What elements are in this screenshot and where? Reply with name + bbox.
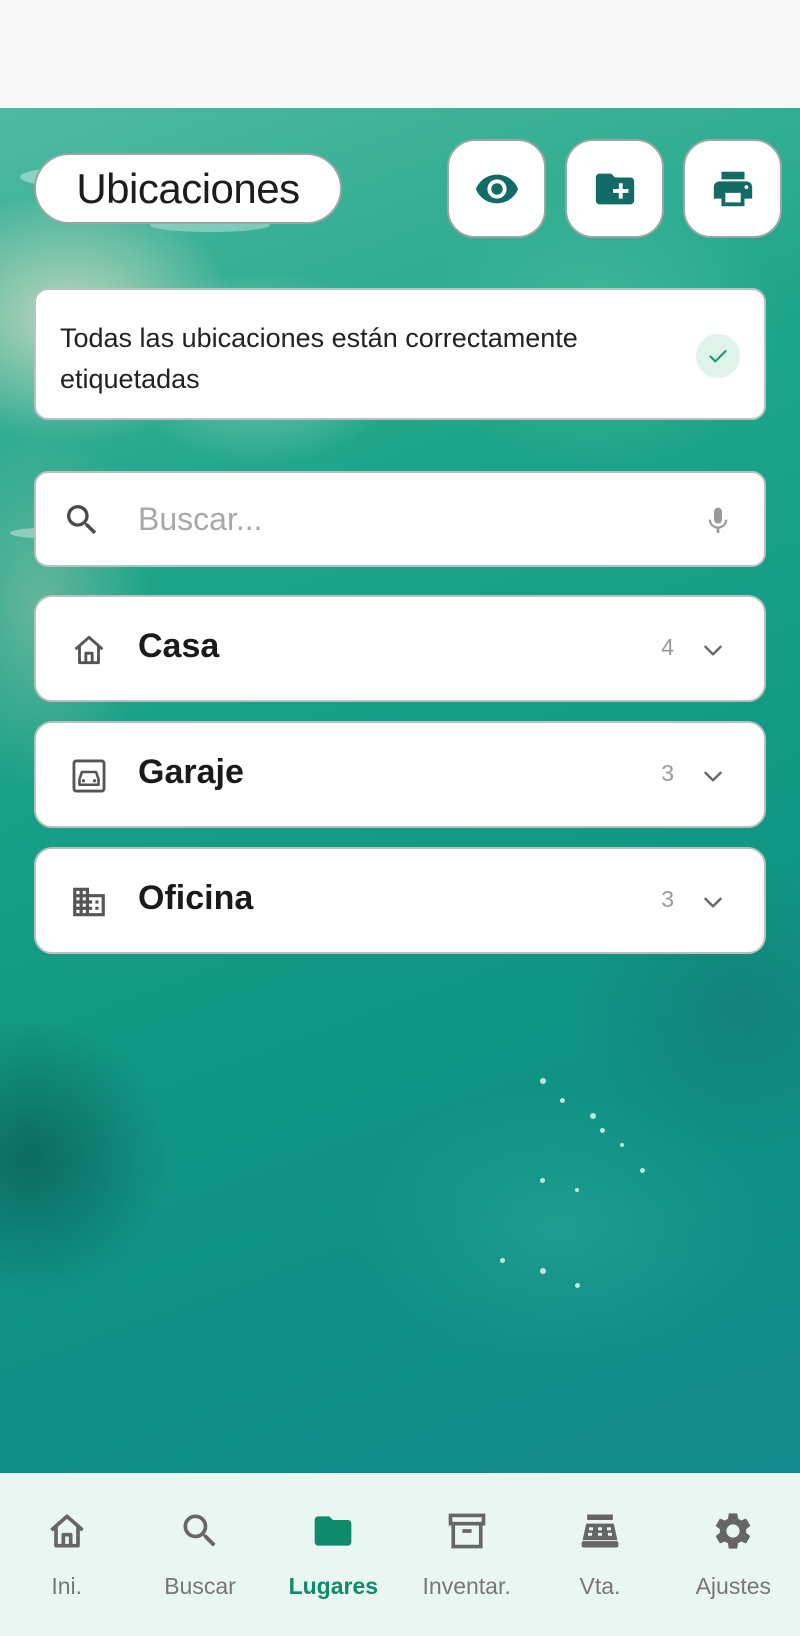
location-row-oficina[interactable]: Oficina 3: [34, 847, 766, 954]
archive-icon: [448, 1513, 485, 1549]
home-icon: [49, 1514, 84, 1548]
nav-item-places[interactable]: Lugares: [267, 1473, 400, 1636]
cash-register-icon: [581, 1514, 619, 1548]
location-count: 3: [661, 886, 674, 912]
house-icon: [74, 635, 104, 665]
labeling-status-banner: Todas las ubicaciones están correctament…: [34, 288, 766, 420]
status-bar-area: [0, 0, 800, 108]
office-building-icon: [73, 887, 105, 917]
garage-icon: [72, 759, 106, 793]
toggle-visibility-button[interactable]: [447, 139, 546, 238]
bottom-navigation: Ini. Buscar Lugares Inventar. Vta. Ajust…: [0, 1473, 800, 1636]
location-name: Casa: [138, 627, 220, 665]
nav-item-home[interactable]: Ini.: [0, 1473, 133, 1636]
nav-item-inventory[interactable]: Inventar.: [400, 1473, 533, 1636]
location-row-casa[interactable]: Casa 4: [34, 595, 766, 702]
search-bar: [34, 471, 766, 567]
nav-item-sales[interactable]: Vta.: [533, 1473, 666, 1636]
eye-icon: [475, 174, 518, 203]
print-button[interactable]: [683, 139, 782, 238]
location-row-garaje[interactable]: Garaje 3: [34, 721, 766, 828]
status-check: [696, 334, 740, 378]
search-icon: [183, 1514, 216, 1547]
nav-label: Inventar.: [422, 1573, 511, 1599]
chevron-down-icon[interactable]: [700, 763, 726, 789]
location-name: Garaje: [138, 753, 244, 791]
nav-label: Vta.: [579, 1573, 621, 1599]
location-count: 4: [661, 634, 674, 660]
nav-item-search[interactable]: Buscar: [133, 1473, 266, 1636]
nav-label: Buscar: [164, 1573, 236, 1599]
location-count: 3: [661, 760, 674, 786]
chevron-down-icon[interactable]: [700, 637, 726, 663]
printer-icon: [713, 171, 752, 206]
nav-label: Ini.: [51, 1573, 82, 1599]
search-input[interactable]: [138, 493, 678, 545]
nav-label: Ajustes: [695, 1573, 772, 1599]
folder-add-icon: [595, 173, 634, 204]
chevron-down-icon[interactable]: [700, 889, 726, 915]
page-title: Ubicaciones: [34, 153, 342, 224]
nav-item-settings[interactable]: Ajustes: [667, 1473, 800, 1636]
add-folder-button[interactable]: [565, 139, 664, 238]
check-icon: [709, 350, 727, 363]
location-name: Oficina: [138, 879, 254, 917]
banner-text: Todas las ubicaciones están correctament…: [60, 323, 578, 394]
search-icon[interactable]: [62, 500, 102, 540]
microphone-icon[interactable]: [702, 501, 734, 541]
nav-label: Lugares: [288, 1573, 379, 1599]
folder-icon: [314, 1516, 352, 1546]
gear-icon: [716, 1513, 751, 1549]
